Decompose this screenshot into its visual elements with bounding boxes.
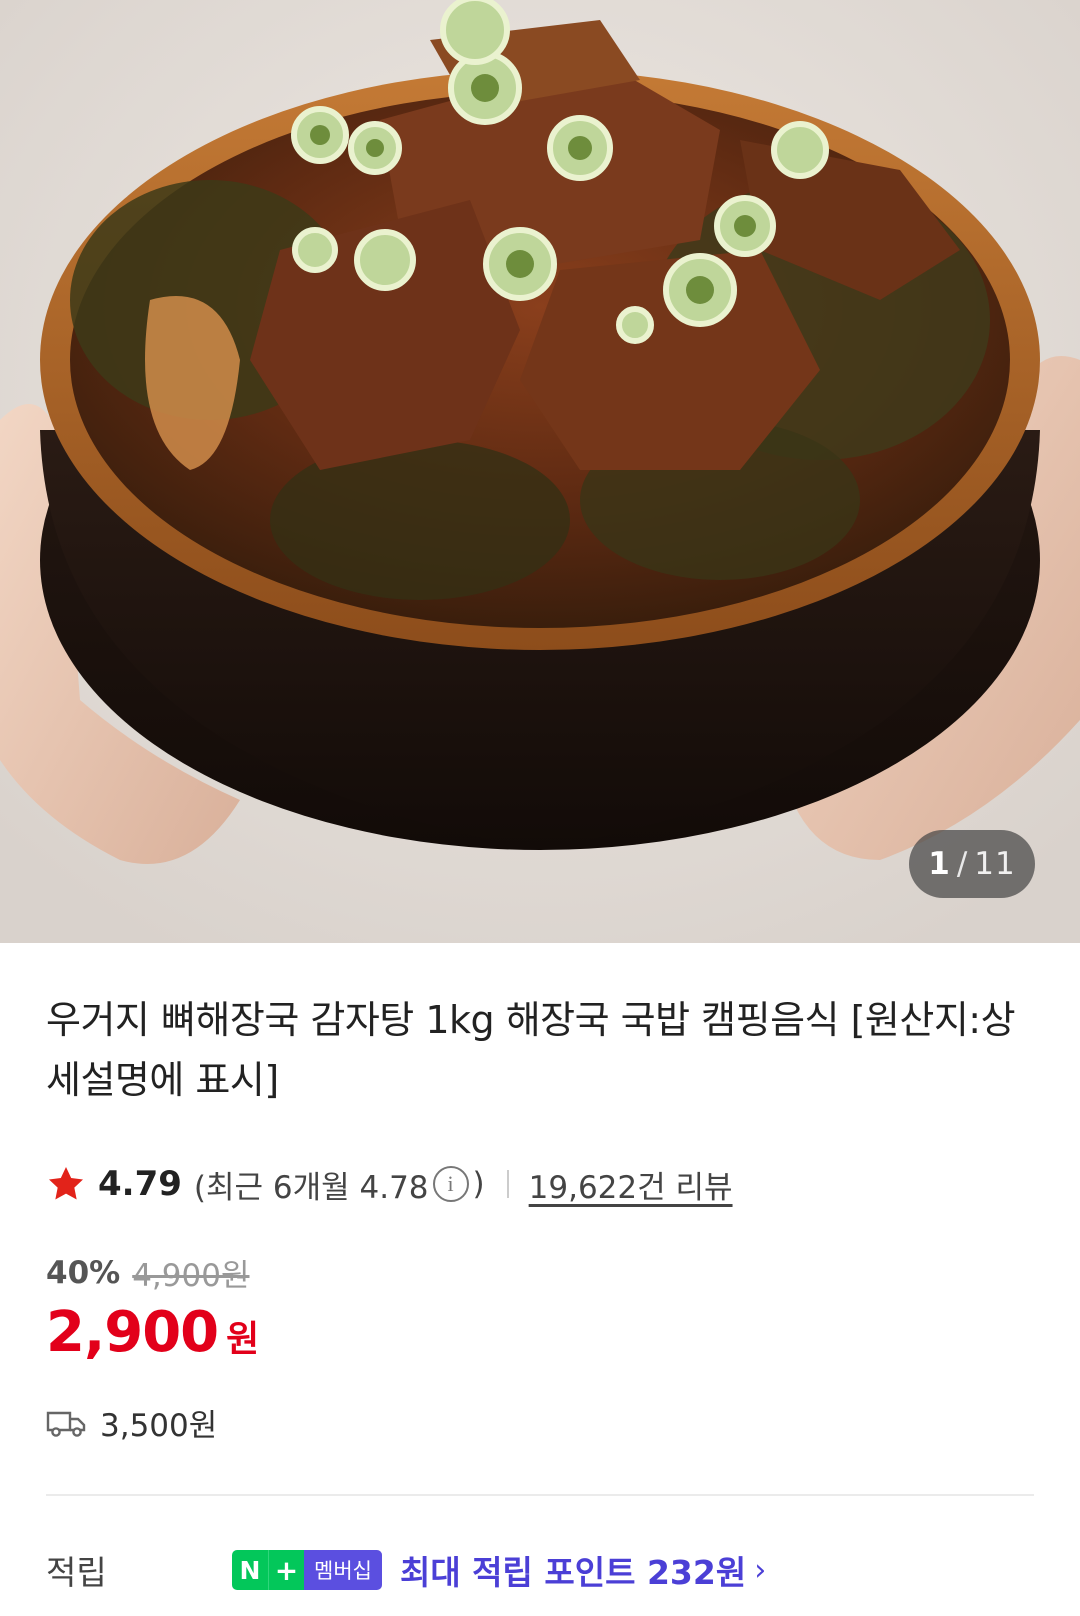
max-points-text[interactable]: 최대 적립 포인트 232원 xyxy=(400,1546,746,1594)
section-divider xyxy=(46,1494,1034,1496)
image-page-counter: 1 / 11 xyxy=(909,830,1035,898)
naver-plus-membership-badge: N + 멤버십 xyxy=(232,1550,382,1590)
points-label: 적립 xyxy=(46,1553,107,1592)
plus-icon: + xyxy=(268,1550,304,1590)
rating-score: 4.79 xyxy=(98,1164,182,1204)
chevron-right-icon[interactable]: › xyxy=(754,1553,766,1588)
rating-row: 4.79 (최근 6개월 4.78 i ) 19,622건 리뷰 xyxy=(46,1160,733,1208)
product-photo xyxy=(0,0,1080,943)
recent-rating: (최근 6개월 4.78 i ) xyxy=(194,1162,485,1207)
counter-separator: / xyxy=(956,846,969,882)
star-icon xyxy=(49,1167,83,1200)
truck-icon xyxy=(46,1411,86,1437)
review-count-link[interactable]: 19,622건 리뷰 xyxy=(529,1162,733,1207)
membership-label: 멤버십 xyxy=(304,1550,382,1590)
rating-divider xyxy=(506,1170,509,1198)
price-unit: 원 xyxy=(226,1319,260,1360)
sale-price-row: 2,900 원 xyxy=(46,1300,259,1365)
shipping-fee: 3,500원 xyxy=(100,1408,218,1444)
total-image-count: 11 xyxy=(974,846,1016,882)
points-row[interactable]: 적립 N + 멤버십 최대 적립 포인트 232원 › xyxy=(46,1540,766,1600)
original-price-row: 40% 4,900원 xyxy=(46,1250,249,1295)
recent-rating-close: ) xyxy=(472,1166,485,1202)
discount-rate: 40% xyxy=(46,1254,121,1291)
product-image-carousel[interactable]: 1 / 11 xyxy=(0,0,1080,943)
product-title: 우거지 뼈해장국 감자탕 1kg 해장국 국밥 캠핑음식 [원산지:상세설명에 … xyxy=(46,998,1016,1102)
original-price: 4,900원 xyxy=(132,1258,250,1294)
naver-n-logo: N xyxy=(232,1550,268,1590)
sale-price: 2,900 xyxy=(46,1300,219,1365)
recent-rating-text: (최근 6개월 4.78 xyxy=(193,1169,429,1206)
current-image-index: 1 xyxy=(928,846,951,882)
shipping-fee-row: 3,500원 xyxy=(46,1400,217,1445)
info-icon[interactable]: i xyxy=(432,1166,469,1202)
